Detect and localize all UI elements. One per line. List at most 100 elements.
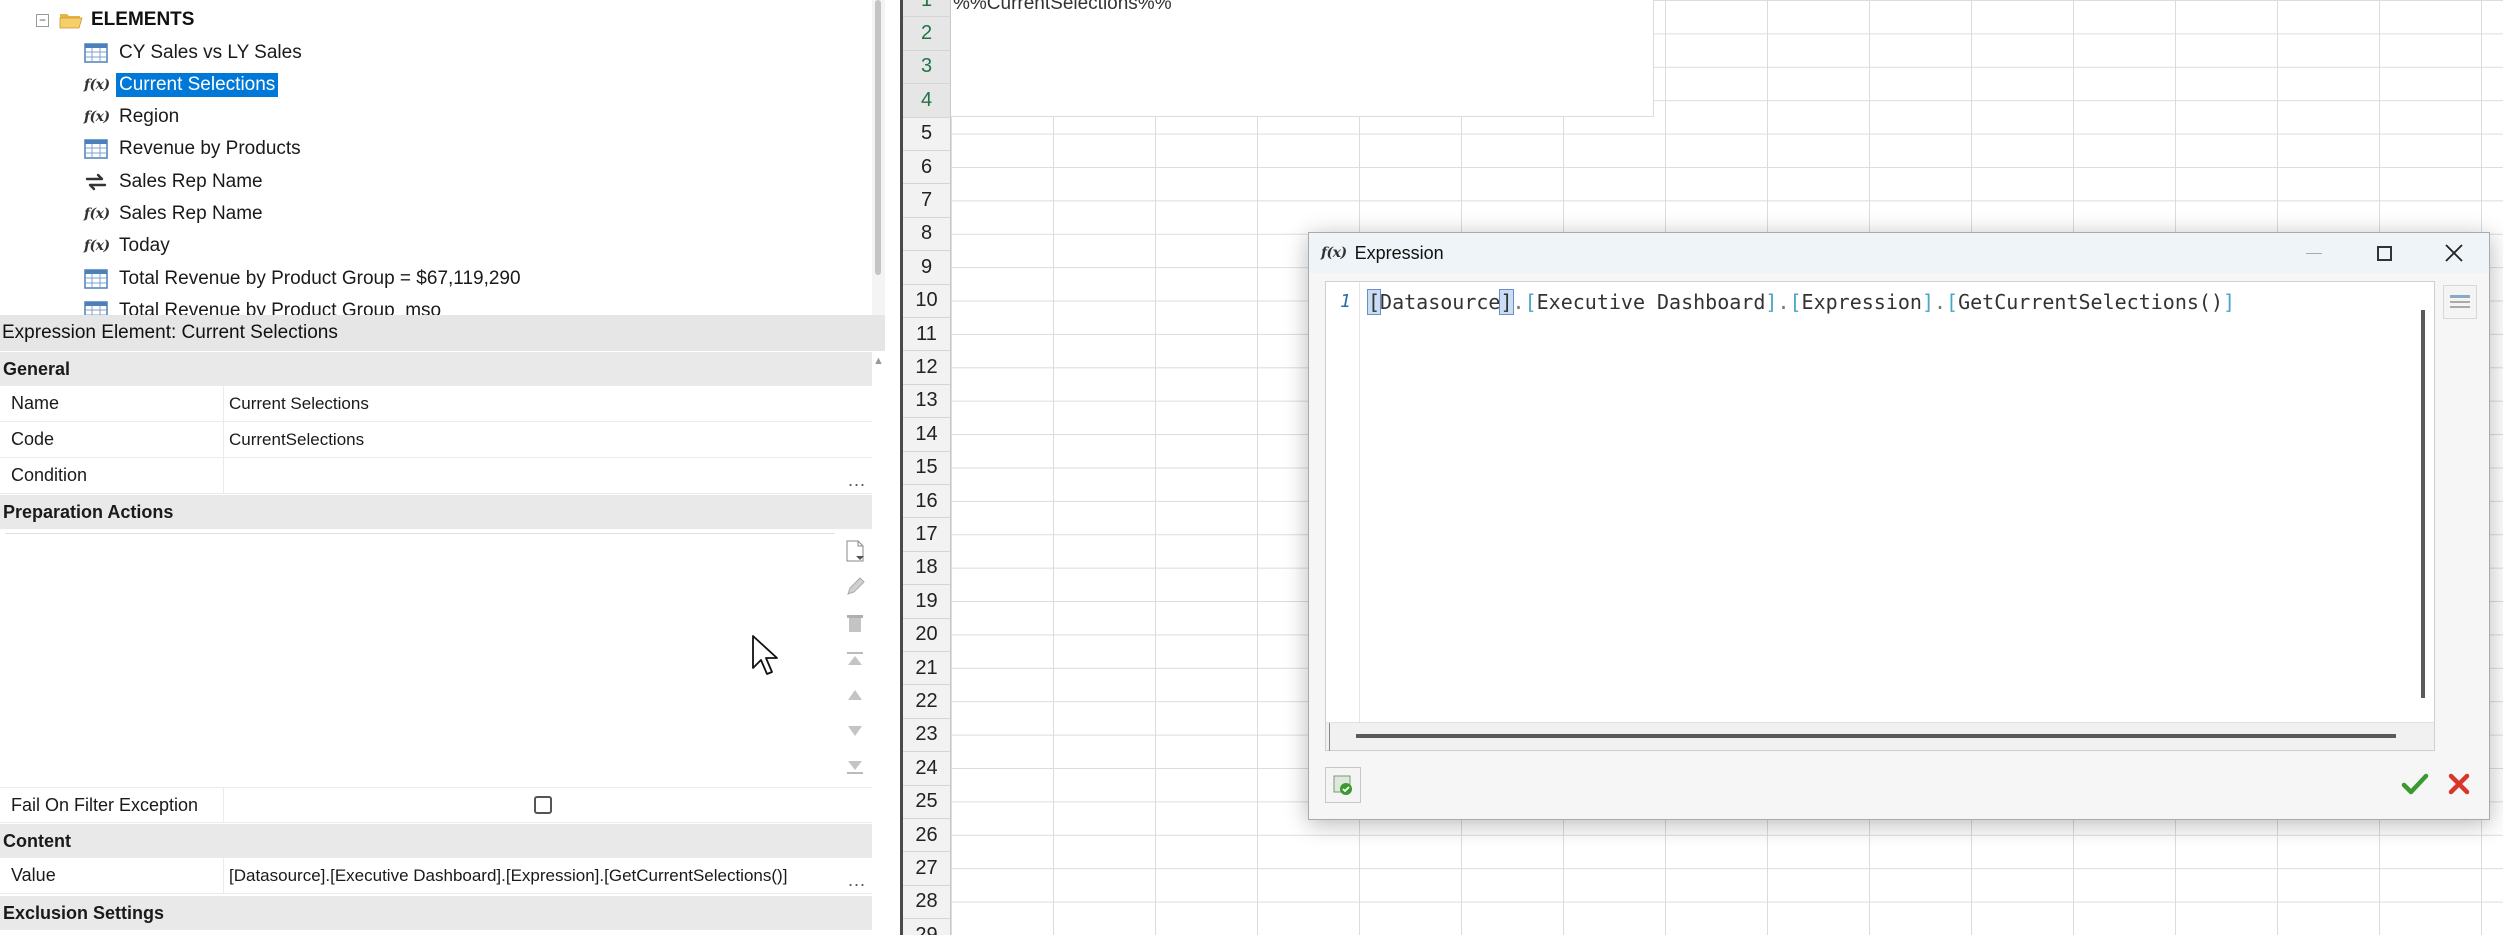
move-up-icon[interactable] (844, 683, 866, 707)
scrollbar-thumb[interactable] (875, 0, 881, 275)
row-header[interactable]: 25 (903, 785, 951, 819)
editor-vertical-scrollbar[interactable] (2418, 282, 2428, 722)
condition-field[interactable]: ... (223, 458, 872, 493)
tree-item-total-revenue-mso[interactable]: Total Revenue by Product Group_mso (84, 296, 444, 315)
swap-icon (84, 171, 110, 193)
property-grid-scrollbar[interactable]: ▲ (872, 351, 885, 935)
table-icon (84, 42, 110, 64)
scrollbar-thumb[interactable] (1356, 734, 2396, 738)
row-header[interactable]: 28 (903, 885, 951, 920)
row-header[interactable]: 9 (903, 251, 951, 285)
tree-item-revenue-by-products[interactable]: Revenue by Products (84, 134, 304, 164)
fail-on-filter-checkbox[interactable] (534, 796, 552, 814)
validate-button[interactable] (1325, 767, 1361, 803)
prop-row-condition[interactable]: Condition ... (0, 458, 872, 494)
tree-scrollbar[interactable] (872, 0, 885, 315)
tree-item-today[interactable]: f(x) Today (84, 231, 173, 261)
row-header[interactable]: 6 (903, 151, 951, 185)
section-exclusion-settings[interactable]: Exclusion Settings (0, 896, 872, 930)
row-header[interactable]: 13 (903, 384, 951, 419)
code-field[interactable]: CurrentSelections (223, 422, 872, 457)
row-header[interactable]: 27 (903, 852, 951, 886)
row-header[interactable]: 8 (903, 217, 951, 252)
row-header[interactable]: 2 (903, 17, 951, 51)
editor-horizontal-scrollbar[interactable] (1326, 722, 2434, 751)
preparation-actions-list[interactable] (5, 533, 835, 787)
prop-code-label: Code (11, 429, 55, 449)
row-header[interactable]: 1 (903, 0, 951, 18)
code-bracket: ] (1765, 290, 1778, 314)
row-header[interactable]: 15 (903, 451, 951, 485)
row-header[interactable]: 7 (903, 184, 951, 218)
prop-row-name[interactable]: Name Current Selections (0, 386, 872, 422)
row-header[interactable]: 5 (903, 117, 951, 151)
tree-root-elements[interactable]: − ELEMENTS (36, 6, 194, 34)
expression-code[interactable]: [Datasource].[Executive Dashboard].[Expr… (1366, 289, 2235, 315)
expression-editor[interactable]: 1 [Datasource].[Executive Dashboard].[Ex… (1325, 281, 2435, 751)
tree-item-current-selections[interactable]: f(x) Current Selections (84, 70, 279, 100)
row-header[interactable]: 22 (903, 685, 951, 719)
code-bracket: [ (1524, 290, 1537, 314)
row-header[interactable]: 12 (903, 351, 951, 385)
row-header[interactable]: 16 (903, 485, 951, 519)
delete-icon[interactable] (844, 611, 866, 635)
fail-checkbox-cell[interactable] (223, 788, 872, 822)
format-icon (2450, 295, 2470, 308)
row-header[interactable]: 20 (903, 618, 951, 652)
ok-button[interactable] (2397, 767, 2433, 801)
close-button[interactable] (2419, 233, 2489, 273)
fx-icon: f(x) (84, 77, 110, 93)
preparation-actions-toolbar (838, 533, 872, 787)
tree-item-cy-sales[interactable]: CY Sales vs LY Sales (84, 38, 305, 68)
row-header[interactable]: 3 (903, 50, 951, 85)
tree-item-total-revenue[interactable]: Total Revenue by Product Group = $67,119… (84, 264, 524, 294)
tree-item-sales-rep-name-filter[interactable]: Sales Rep Name (84, 167, 266, 197)
cancel-button[interactable] (2441, 767, 2477, 801)
section-preparation-actions[interactable]: Preparation Actions (0, 495, 872, 529)
new-action-icon[interactable] (844, 539, 866, 563)
row-header[interactable]: 21 (903, 652, 951, 686)
pane-splitter[interactable] (885, 0, 903, 935)
dialog-titlebar[interactable]: f(x) Expression (1309, 233, 2489, 273)
row-header[interactable]: 11 (903, 318, 951, 352)
minimize-button[interactable] (2279, 233, 2349, 273)
row-header[interactable]: 19 (903, 585, 951, 619)
code-dashboard: Executive Dashboard (1536, 290, 1766, 314)
maximize-button[interactable] (2349, 233, 2419, 273)
condition-ellipsis-button[interactable]: ... (848, 470, 866, 491)
section-general[interactable]: General (0, 352, 872, 386)
tree-item-sales-rep-name-expr[interactable]: f(x) Sales Rep Name (84, 199, 266, 229)
tree-item-region[interactable]: f(x) Region (84, 102, 182, 132)
name-field[interactable]: Current Selections (223, 386, 872, 421)
section-content[interactable]: Content (0, 824, 872, 858)
value-text: [Datasource].[Executive Dashboard].[Expr… (229, 865, 788, 885)
prop-row-fail-on-filter[interactable]: Fail On Filter Exception (0, 787, 872, 823)
row-header[interactable]: 10 (903, 284, 951, 318)
prop-row-code[interactable]: Code CurrentSelections (0, 422, 872, 458)
row-header[interactable]: 26 (903, 819, 951, 853)
row-header[interactable]: 23 (903, 718, 951, 753)
collapse-icon[interactable]: − (36, 13, 49, 27)
prop-row-value[interactable]: Value [Datasource].[Executive Dashboard]… (0, 858, 872, 894)
row-header[interactable]: 4 (903, 84, 951, 118)
value-field[interactable]: [Datasource].[Executive Dashboard].[Expr… (223, 858, 872, 893)
cell-a1-text: %%CurrentSelections%% (953, 0, 1172, 14)
tree-item-label: Current Selections (116, 73, 279, 97)
edit-icon[interactable] (844, 575, 866, 599)
code-dot: . (1777, 290, 1790, 314)
row-header[interactable]: 24 (903, 752, 951, 786)
value-ellipsis-button[interactable]: ... (848, 870, 866, 891)
fx-icon: f(x) (84, 109, 110, 125)
row-header[interactable]: 29 (903, 919, 951, 935)
scrollbar-thumb[interactable] (2421, 310, 2425, 698)
move-top-icon[interactable] (844, 647, 866, 671)
tree-item-label: Total Revenue by Product Group = $67,119… (119, 268, 521, 289)
merged-cell-a1[interactable] (951, 0, 1654, 117)
scroll-up-icon[interactable]: ▲ (873, 355, 884, 367)
row-header[interactable]: 17 (903, 518, 951, 552)
row-header[interactable]: 18 (903, 551, 951, 586)
move-down-icon[interactable] (844, 719, 866, 743)
row-header[interactable]: 14 (903, 418, 951, 452)
move-bottom-icon[interactable] (844, 755, 866, 779)
format-button[interactable] (2443, 285, 2477, 319)
